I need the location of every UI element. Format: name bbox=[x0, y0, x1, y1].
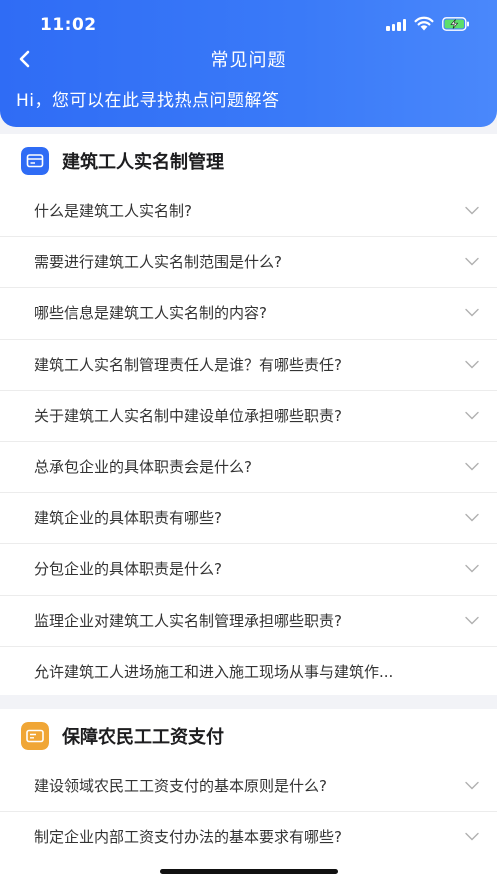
status-time: 11:02 bbox=[40, 15, 97, 35]
faq-section-real-name: 建筑工人实名制管理 什么是建筑工人实名制? 需要进行建筑工人实名制范围是什么? … bbox=[0, 134, 497, 695]
faq-item[interactable]: 需要进行建筑工人实名制范围是什么? bbox=[0, 237, 497, 289]
header-subtitle: Hi，您可以在此寻找热点问题解答 bbox=[16, 91, 280, 111]
wifi-icon bbox=[414, 16, 434, 31]
id-card-icon bbox=[21, 722, 49, 750]
nav-bar: 常见问题 bbox=[0, 44, 497, 72]
faq-screen: 11:02 常见问题 Hi，您可以在此寻找热点问题解答 建筑工人实名制管理 什么… bbox=[0, 0, 497, 883]
page-title: 常见问题 bbox=[210, 50, 287, 71]
faq-question: 总承包企业的具体职责会是什么? bbox=[34, 457, 252, 476]
section-title: 建筑工人实名制管理 bbox=[62, 152, 224, 173]
faq-item[interactable]: 允许建筑工人进场施工和进入施工现场从事与建筑作... bbox=[0, 647, 497, 698]
faq-question: 建筑企业的具体职责有哪些? bbox=[34, 509, 222, 528]
chevron-down-icon bbox=[465, 257, 479, 266]
faq-item[interactable]: 分包企业的具体职责是什么? bbox=[0, 544, 497, 596]
chevron-down-icon bbox=[465, 565, 479, 573]
faq-question: 分包企业的具体职责是什么? bbox=[34, 560, 222, 579]
header: 11:02 常见问题 Hi，您可以在此寻找热点问题解答 bbox=[0, 0, 497, 127]
chevron-down-icon bbox=[465, 411, 479, 420]
signal-icon bbox=[386, 19, 406, 31]
faq-section-wage-payment: 保障农民工工资支付 建设领域农民工工资支付的基本原则是什么? 制定企业内部工资支… bbox=[0, 709, 497, 883]
chevron-down-icon bbox=[465, 832, 479, 841]
card-icon bbox=[21, 147, 49, 175]
faq-item[interactable]: 哪些信息是建筑工人实名制的内容? bbox=[0, 288, 497, 340]
faq-question: 制定企业内部工资支付办法的基本要求有哪些? bbox=[34, 828, 342, 847]
section-title: 保障农民工工资支付 bbox=[62, 727, 224, 748]
section-header: 保障农民工工资支付 bbox=[0, 709, 497, 761]
faq-item[interactable]: 制定企业内部工资支付办法的基本要求有哪些? bbox=[0, 812, 497, 863]
faq-item[interactable]: 监理企业对建筑工人实名制管理承担哪些职责? bbox=[0, 596, 497, 647]
faq-item[interactable]: 总承包企业的具体职责会是什么? bbox=[0, 442, 497, 494]
faq-item[interactable]: 建筑工人实名制管理责任人是谁？有哪些责任? bbox=[0, 340, 497, 391]
status-bar: 11:02 bbox=[0, 0, 497, 44]
faq-question: 需要进行建筑工人实名制范围是什么? bbox=[34, 253, 282, 272]
faq-item[interactable]: 什么是建筑工人实名制? bbox=[0, 186, 497, 238]
chevron-down-icon bbox=[465, 360, 479, 369]
chevron-down-icon bbox=[465, 462, 479, 471]
faq-question: 关于建筑工人实名制中建设单位承担哪些职责? bbox=[34, 406, 342, 425]
section-header: 建筑工人实名制管理 bbox=[0, 134, 497, 186]
faq-question: 什么是建筑工人实名制? bbox=[34, 202, 192, 220]
faq-question: 监理企业对建筑工人实名制管理承担哪些职责? bbox=[34, 611, 342, 630]
chevron-down-icon bbox=[465, 781, 479, 790]
faq-item[interactable]: 建筑企业的具体职责有哪些? bbox=[0, 493, 497, 545]
home-indicator bbox=[160, 869, 338, 874]
faq-item[interactable]: 关于建筑工人实名制中建设单位承担哪些职责? bbox=[0, 391, 497, 442]
faq-question: 哪些信息是建筑工人实名制的内容? bbox=[34, 304, 267, 323]
faq-question: 建设领域农民工工资支付的基本原则是什么? bbox=[34, 777, 327, 795]
faq-question: 建筑工人实名制管理责任人是谁？有哪些责任? bbox=[34, 355, 342, 374]
chevron-down-icon bbox=[465, 206, 479, 215]
chevron-down-icon bbox=[465, 616, 479, 624]
faq-question: 允许建筑工人进场施工和进入施工现场从事与建筑作... bbox=[34, 662, 394, 681]
chevron-down-icon bbox=[465, 513, 479, 522]
faq-item[interactable]: 建设领域农民工工资支付的基本原则是什么? bbox=[0, 761, 497, 813]
chevron-down-icon bbox=[465, 309, 479, 317]
battery-charging-icon bbox=[442, 17, 469, 31]
